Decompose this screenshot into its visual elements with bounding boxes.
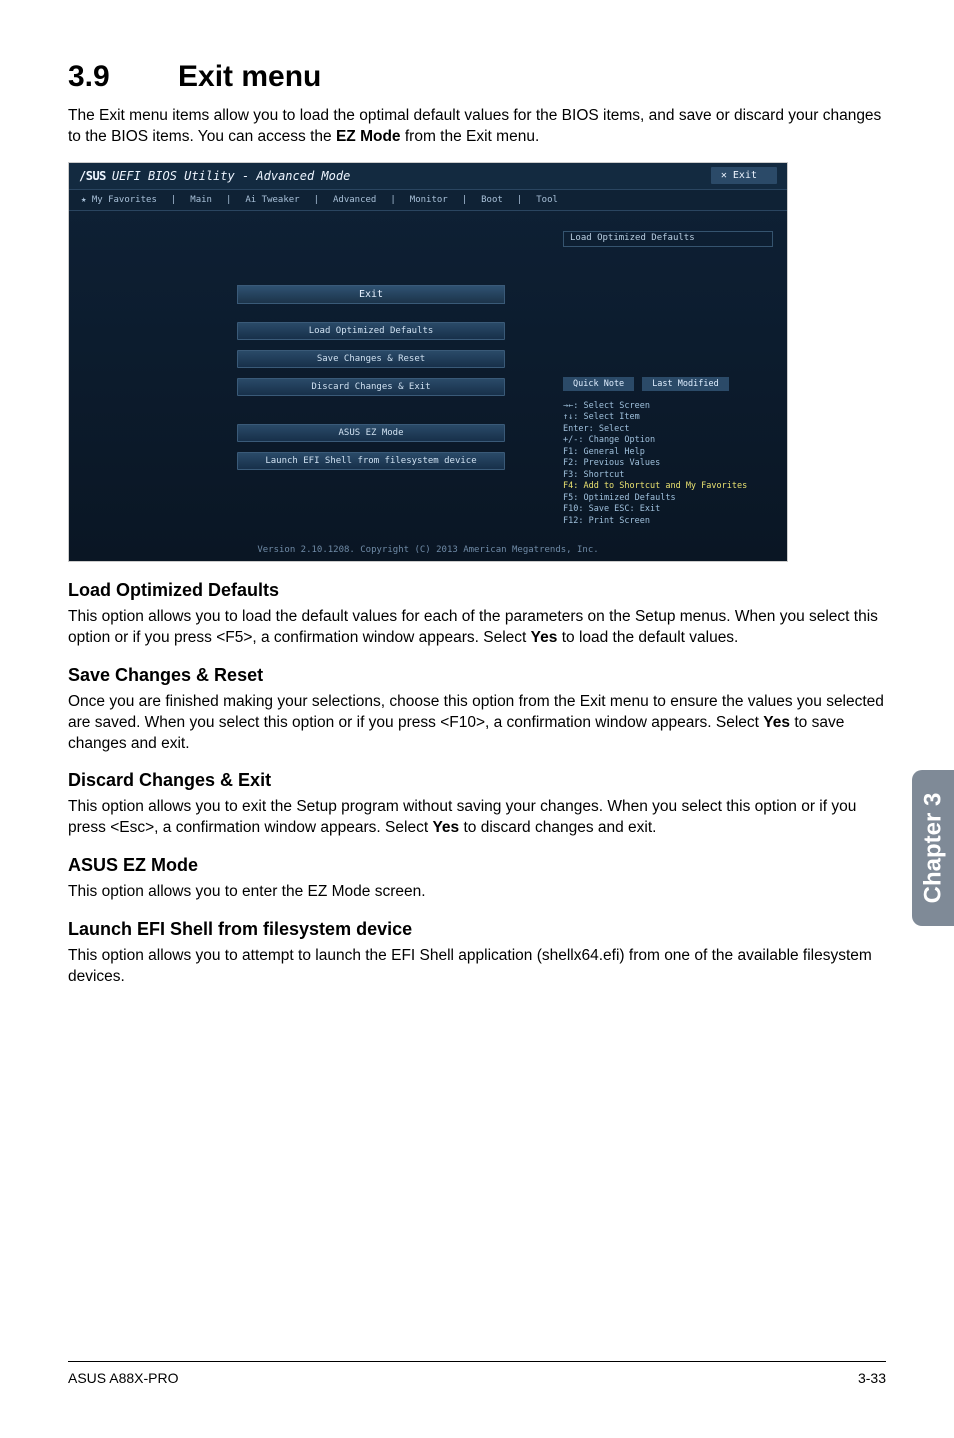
tab-tool[interactable]: Tool [536, 195, 558, 205]
section-heading: 3.9Exit menu [68, 60, 886, 94]
page-content: 3.9Exit menu The Exit menu items allow y… [0, 0, 954, 988]
section-number: 3.9 [68, 60, 178, 94]
chapter-tab-label: Chapter 3 [919, 793, 947, 904]
paragraph-load-defaults: This option allows you to load the defau… [68, 607, 886, 649]
exit-menu-header: Exit [237, 285, 505, 304]
subheading-load-defaults: Load Optimized Defaults [68, 580, 886, 601]
tab-advanced[interactable]: Advanced [333, 195, 376, 205]
paragraph-discard-exit: This option allows you to exit the Setup… [68, 797, 886, 839]
tab-boot[interactable]: Boot [481, 195, 503, 205]
subheading-save-reset: Save Changes & Reset [68, 665, 886, 686]
bios-version-footer: Version 2.10.1208. Copyright (C) 2013 Am… [69, 545, 787, 555]
tab-monitor[interactable]: Monitor [410, 195, 448, 205]
bios-menu-column: Exit Load Optimized Defaults Save Change… [237, 285, 505, 480]
quick-note-button[interactable]: Quick Note [563, 377, 634, 391]
paragraph-ez-mode: This option allows you to enter the EZ M… [68, 882, 886, 903]
bios-right-panel: Load Optimized Defaults Quick Note Last … [563, 231, 773, 527]
bios-description-box: Load Optimized Defaults [563, 231, 773, 247]
bios-titlebar: /SUS UEFI BIOS Utility - Advanced Mode ✕… [69, 163, 787, 189]
intro-paragraph: The Exit menu items allow you to load th… [68, 106, 886, 148]
footer-product: ASUS A88X-PRO [68, 1370, 179, 1386]
asus-ez-mode-button[interactable]: ASUS EZ Mode [237, 424, 505, 442]
page-footer: ASUS A88X-PRO 3-33 [68, 1361, 886, 1386]
section-title-text: Exit menu [178, 60, 321, 93]
tab-ai-tweaker[interactable]: Ai Tweaker [245, 195, 299, 205]
paragraph-efi-shell: This option allows you to attempt to lau… [68, 946, 886, 988]
tab-favorites[interactable]: ★ My Favorites [81, 195, 157, 205]
bios-tabs: ★ My Favorites | Main | Ai Tweaker | Adv… [69, 189, 787, 211]
load-optimized-defaults-button[interactable]: Load Optimized Defaults [237, 322, 505, 340]
brand-logo: /SUS [79, 169, 106, 183]
bios-title: UEFI BIOS Utility - Advanced Mode [112, 169, 350, 183]
save-changes-reset-button[interactable]: Save Changes & Reset [237, 350, 505, 368]
bios-screenshot: /SUS UEFI BIOS Utility - Advanced Mode ✕… [68, 162, 788, 562]
bios-help-text: →←: Select Screen ↑↓: Select Item Enter:… [563, 401, 773, 527]
chapter-tab: Chapter 3 [912, 770, 954, 926]
exit-icon: ✕ [721, 170, 727, 181]
exit-button[interactable]: ✕ Exit [711, 167, 777, 184]
last-modified-button[interactable]: Last Modified [642, 377, 729, 391]
subheading-discard-exit: Discard Changes & Exit [68, 770, 886, 791]
footer-page-number: 3-33 [858, 1370, 886, 1386]
bios-body: Load Optimized Defaults Quick Note Last … [69, 215, 787, 537]
tab-main[interactable]: Main [190, 195, 212, 205]
paragraph-save-reset: Once you are finished making your select… [68, 692, 886, 755]
subheading-ez-mode: ASUS EZ Mode [68, 855, 886, 876]
launch-efi-shell-button[interactable]: Launch EFI Shell from filesystem device [237, 452, 505, 470]
discard-changes-exit-button[interactable]: Discard Changes & Exit [237, 378, 505, 396]
subheading-efi-shell: Launch EFI Shell from filesystem device [68, 919, 886, 940]
